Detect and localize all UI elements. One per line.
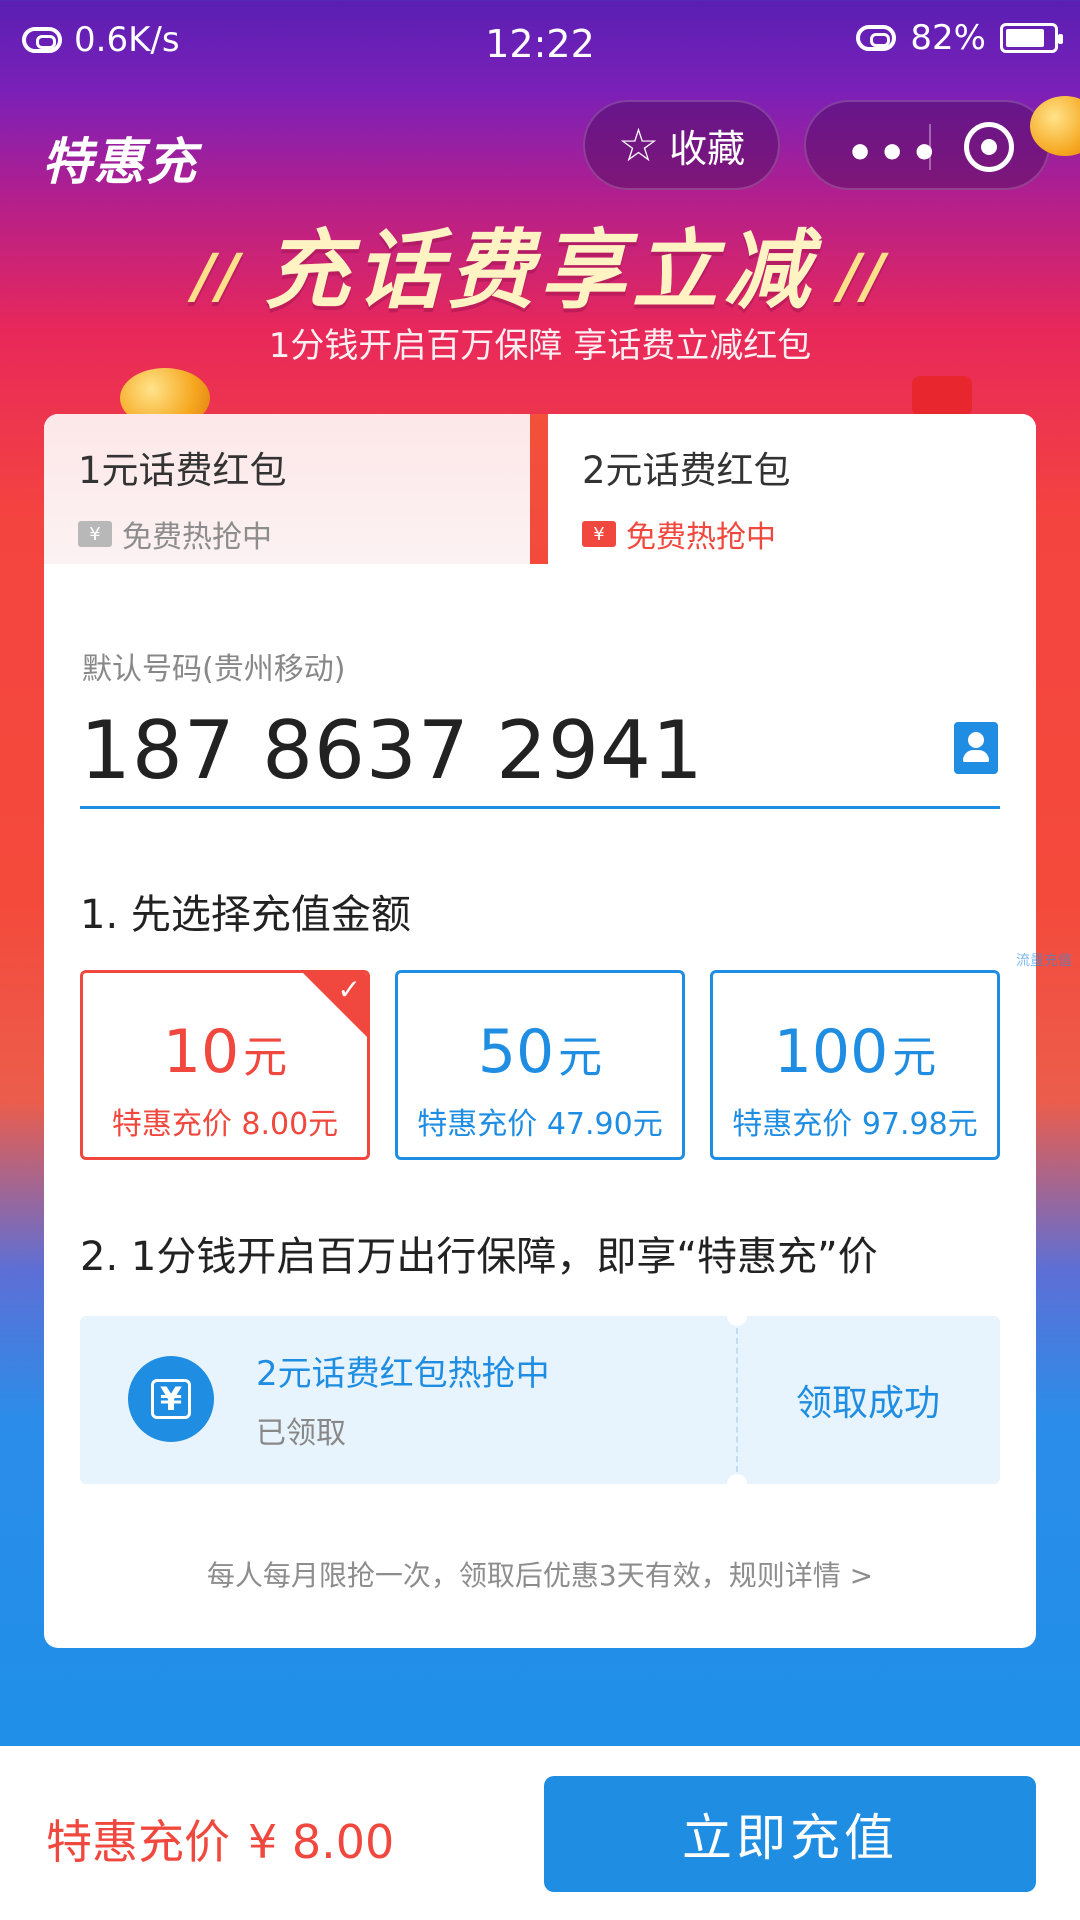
coupon-title: 2元话费红包热抢中	[256, 1354, 550, 1394]
amount-unit: 元	[558, 1032, 603, 1083]
recharge-card: 1元话费红包 ¥ 免费热抢中 2元话费红包 ¥ 免费热抢中 默认号码(贵州移动)…	[44, 414, 1036, 1648]
amount-options: 10元 特惠充价 8.00元 ✓ 50元 特惠充价 47.90元 100元 特惠…	[80, 970, 1000, 1160]
tab-gap	[530, 414, 548, 564]
signal-icon	[856, 25, 897, 51]
coupon-icon-text: ¥	[150, 1379, 192, 1419]
price-label: 特惠充价	[46, 1815, 230, 1869]
coupon-card: ¥ 2元话费红包热抢中 已领取 领取成功	[80, 1306, 1000, 1494]
status-right: 82%	[856, 18, 1063, 58]
close-icon[interactable]	[964, 122, 1014, 172]
star-icon: ☆	[617, 118, 660, 172]
ticket-icon: ¥	[78, 521, 112, 547]
total-price: 特惠充价 ¥ 8.00	[46, 1806, 394, 1872]
amount-number: 10	[162, 1017, 240, 1087]
status-bar: 0.6K/s 12:22 82%	[0, 0, 1080, 76]
amount-price: 特惠充价 47.90元	[417, 1107, 663, 1142]
hero-title: // 充话费享立减 //	[0, 200, 1080, 325]
price-value: ¥ 8.00	[248, 1815, 395, 1869]
mini-program-capsule: •••	[804, 100, 1050, 190]
phone-number-input[interactable]: 187 8637 2941	[80, 704, 704, 797]
decoration-icon: //	[816, 241, 887, 312]
red-envelope-decoration-icon	[912, 376, 972, 416]
amount-price: 特惠充价 97.98元	[732, 1107, 978, 1142]
phone-underline	[80, 806, 1000, 809]
tab-subtitle: ¥ 免费热抢中	[582, 512, 1002, 556]
bottom-bar: 特惠充价 ¥ 8.00 立即充值	[0, 1746, 1080, 1920]
tab-2-yuan-red-packet[interactable]: 2元话费红包 ¥ 免费热抢中	[548, 414, 1036, 564]
contact-book-icon[interactable]	[954, 722, 998, 774]
amount-option-10[interactable]: 10元 特惠充价 8.00元 ✓	[80, 970, 370, 1160]
amount-value: 50元	[398, 1017, 682, 1087]
tab-1-yuan-red-packet[interactable]: 1元话费红包 ¥ 免费热抢中	[44, 414, 530, 564]
step-1-title: 1. 先选择充值金额	[80, 892, 411, 938]
amount-number: 100	[773, 1017, 889, 1087]
amount-price: 特惠充价 8.00元	[111, 1107, 339, 1142]
amount-option-50[interactable]: 50元 特惠充价 47.90元	[395, 970, 685, 1160]
coupon-ticket-icon: ¥	[128, 1356, 214, 1442]
capsule-divider	[929, 124, 931, 170]
claim-status-button[interactable]: 领取成功	[736, 1316, 1000, 1484]
battery-percent: 82%	[910, 18, 986, 58]
hero-subtitle: 1分钱开启百万保障 享话费立减红包	[268, 326, 812, 366]
amount-number: 50	[477, 1017, 555, 1087]
coupon-status: 已领取	[256, 1416, 346, 1451]
favorite-button[interactable]: ☆ 收藏	[583, 100, 780, 190]
ticket-icon: ¥	[582, 521, 616, 547]
tab-title: 2元话费红包	[582, 449, 791, 492]
brand-title: 特惠充	[42, 133, 198, 191]
rules-link[interactable]: 每人每月限抢一次，领取后优惠3天有效，规则详情 >	[44, 1554, 1036, 1594]
hero-title-text: 充话费享立减	[264, 221, 816, 321]
amount-value: 100元	[713, 1017, 997, 1087]
tab-subtitle-text: 免费热抢中	[626, 520, 776, 555]
check-icon: ✓	[337, 973, 361, 1006]
tab-subtitle-text: 免费热抢中	[122, 520, 272, 555]
decoration-icon: //	[193, 241, 264, 312]
recharge-now-button[interactable]: 立即充值	[544, 1776, 1036, 1892]
step-2-title: 2. 1分钱开启百万出行保障，即享“特惠充”价	[80, 1234, 878, 1280]
tab-subtitle: ¥ 免费热抢中	[78, 512, 496, 556]
amount-unit: 元	[892, 1032, 937, 1083]
side-text: 流量充值	[1016, 953, 1072, 969]
amount-unit: 元	[243, 1032, 288, 1083]
amount-option-100[interactable]: 100元 特惠充价 97.98元	[710, 970, 1000, 1160]
phone-label: 默认号码(贵州移动)	[82, 652, 346, 687]
more-icon[interactable]: •••	[846, 128, 942, 179]
battery-icon	[1000, 23, 1063, 53]
tab-title: 1元话费红包	[78, 449, 287, 492]
favorite-label: 收藏	[669, 126, 746, 171]
